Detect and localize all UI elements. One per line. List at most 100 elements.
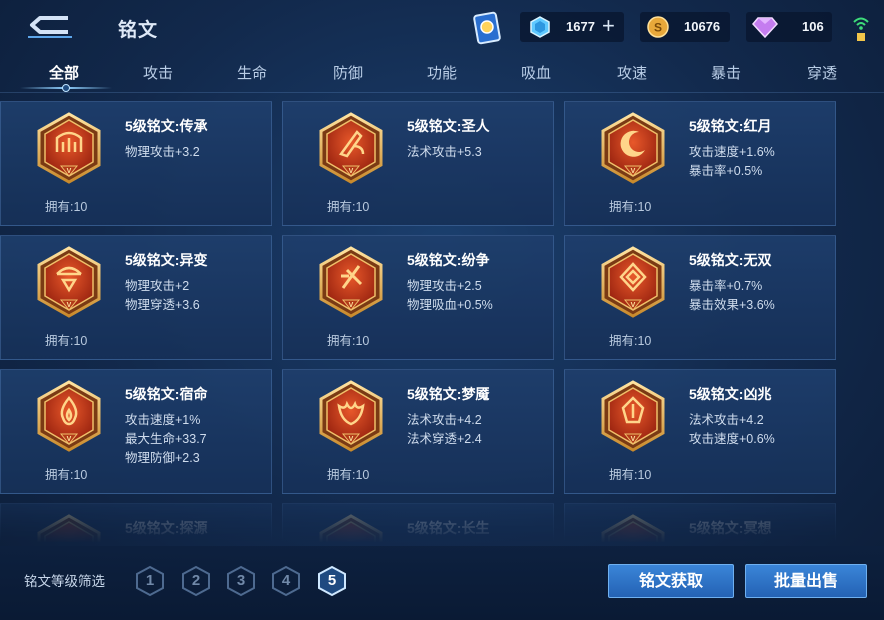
rune-owned-count: 拥有:10 <box>45 468 88 482</box>
rune-attr: 物理攻击+2.5 <box>407 279 482 293</box>
rune-attr: 暴击率+0.5% <box>689 164 763 178</box>
rune-owned-count: 拥有:10 <box>327 334 370 348</box>
level-label: 2 <box>191 572 201 589</box>
rune-mengyan-icon <box>319 380 383 452</box>
add-coupon-button[interactable]: + <box>602 15 615 37</box>
rune-attr: 法术穿透+2.4 <box>407 432 482 446</box>
rune-card[interactable]: 5级铭文:纷争 物理攻击+2.5 物理吸血+0.5% 拥有:10 <box>282 235 554 360</box>
top-bar: 铭文 1677 + S 10676 106 <box>0 0 884 58</box>
rune-attr: 物理防御+2.3 <box>125 451 200 465</box>
wifi-icon <box>853 17 869 41</box>
rune-owned-count: 拥有:10 <box>45 200 88 214</box>
rune-attr: 暴击效果+3.6% <box>689 298 775 312</box>
tab-all[interactable]: 全部 <box>24 62 104 83</box>
rune-attr: 攻击速度+1.6% <box>689 145 775 159</box>
gold-count: 10676 <box>684 19 721 34</box>
rune-grid: 5级铭文:传承 物理攻击+3.2 拥有:10 5级铭文:圣人 法术攻击+5.3 … <box>0 101 884 543</box>
rune-attr: 攻击速度+1% <box>125 413 201 427</box>
level-filter-1[interactable]: 1 <box>134 565 166 597</box>
ticket-button[interactable] <box>470 10 504 46</box>
rune-card[interactable]: 5级铭文:冥想 <box>564 503 836 543</box>
rune-hongyue-icon <box>601 112 665 184</box>
tab-function[interactable]: 功能 <box>402 62 482 83</box>
diamond-count: 106 <box>802 19 824 34</box>
rune-fenzheng-icon <box>319 246 383 318</box>
get-rune-button[interactable]: 铭文获取 <box>608 564 734 598</box>
level-filter-5[interactable]: 5 <box>316 565 348 597</box>
rune-attr: 法术攻击+4.2 <box>407 413 482 427</box>
rune-card[interactable]: 5级铭文:红月 攻击速度+1.6% 暴击率+0.5% 拥有:10 <box>564 101 836 226</box>
level-label: 3 <box>236 572 246 589</box>
svg-text:S: S <box>654 21 662 35</box>
rune-name: 5级铭文:纷争 <box>407 252 490 268</box>
rune-name: 5级铭文:异变 <box>125 252 208 268</box>
tab-attack[interactable]: 攻击 <box>118 62 198 83</box>
ticket-icon <box>473 11 501 45</box>
back-button[interactable] <box>22 12 78 42</box>
rune-name: 5级铭文:宿命 <box>125 386 208 402</box>
rune-name: 5级铭文:红月 <box>689 118 772 134</box>
coupon-gem-icon <box>530 16 550 38</box>
rune-xiongzhao-icon <box>601 380 665 452</box>
rune-owned-count: 拥有:10 <box>609 334 652 348</box>
rune-suming-icon <box>37 380 101 452</box>
rune-owned-count: 拥有:10 <box>609 468 652 482</box>
rune-name: 5级铭文:圣人 <box>407 118 490 134</box>
tab-penetration[interactable]: 穿透 <box>782 62 862 83</box>
rune-owned-count: 拥有:10 <box>327 200 370 214</box>
tab-lifesteal[interactable]: 吸血 <box>496 62 576 83</box>
rune-changsheng-icon <box>319 514 383 542</box>
back-arrow-icon <box>28 16 72 38</box>
active-tab-dot <box>62 84 70 92</box>
rune-yibian-icon <box>37 246 101 318</box>
rune-chuancheng-icon <box>37 112 101 184</box>
bulk-sell-button[interactable]: 批量出售 <box>745 564 867 598</box>
rune-attr: 最大生命+33.7 <box>125 432 207 446</box>
rune-attr: 物理吸血+0.5% <box>407 298 493 312</box>
tab-defense[interactable]: 防御 <box>308 62 388 83</box>
rune-card[interactable]: 5级铭文:无双 暴击率+0.7% 暴击效果+3.6% 拥有:10 <box>564 235 836 360</box>
rune-name: 5级铭文:冥想 <box>689 520 772 536</box>
rune-attr: 物理攻击+2 <box>125 279 190 293</box>
rune-name: 5级铭文:梦魇 <box>407 386 490 402</box>
coupon-count: 1677 <box>566 19 595 34</box>
rune-card[interactable]: 5级铭文:宿命 攻击速度+1% 最大生命+33.7 物理防御+2.3 拥有:10 <box>0 369 272 494</box>
level-label: 5 <box>327 572 337 589</box>
category-tabs: 全部 攻击 生命 防御 功能 吸血 攻速 暴击 穿透 <box>0 58 884 92</box>
rune-card[interactable]: 5级铭文:异变 物理攻击+2 物理穿透+3.6 拥有:10 <box>0 235 272 360</box>
rune-card[interactable]: 5级铭文:长生 <box>282 503 554 543</box>
rune-name: 5级铭文:凶兆 <box>689 386 772 402</box>
tab-critical[interactable]: 暴击 <box>686 62 766 83</box>
level-filter-2[interactable]: 2 <box>180 565 212 597</box>
rune-card[interactable]: 5级铭文:传承 物理攻击+3.2 拥有:10 <box>0 101 272 226</box>
level-filter-3[interactable]: 3 <box>225 565 257 597</box>
rune-attr: 攻击速度+0.6% <box>689 432 775 446</box>
level-filter-label: 铭文等级筛选 <box>24 574 105 589</box>
rune-attr: 物理穿透+3.6 <box>125 298 200 312</box>
tab-divider <box>0 92 884 93</box>
rune-name: 5级铭文:传承 <box>125 118 208 134</box>
rune-tanyuan-icon <box>37 514 101 542</box>
rune-name: 5级铭文:探源 <box>125 520 208 536</box>
rune-wushuang-icon <box>601 246 665 318</box>
rune-card[interactable]: 5级铭文:圣人 法术攻击+5.3 拥有:10 <box>282 101 554 226</box>
page-title: 铭文 <box>118 20 159 41</box>
rune-owned-count: 拥有:10 <box>327 468 370 482</box>
rune-card[interactable]: 5级铭文:梦魇 法术攻击+4.2 法术穿透+2.4 拥有:10 <box>282 369 554 494</box>
tab-attack-speed[interactable]: 攻速 <box>592 62 672 83</box>
wifi-status <box>852 14 870 42</box>
rune-owned-count: 拥有:10 <box>45 334 88 348</box>
rune-card[interactable]: 5级铭文:探源 <box>0 503 272 543</box>
level-filter-4[interactable]: 4 <box>270 565 302 597</box>
rune-attr: 物理攻击+3.2 <box>125 145 200 159</box>
gold-counter: S 10676 <box>640 12 730 42</box>
rune-attr: 暴击率+0.7% <box>689 279 763 293</box>
level-label: 4 <box>281 572 291 589</box>
rune-owned-count: 拥有:10 <box>609 200 652 214</box>
rune-card[interactable]: 5级铭文:凶兆 法术攻击+4.2 攻击速度+0.6% 拥有:10 <box>564 369 836 494</box>
diamond-counter: 106 <box>746 12 832 42</box>
tab-health[interactable]: 生命 <box>212 62 292 83</box>
rune-mingxiang-icon <box>601 514 665 542</box>
coupon-counter: 1677 + <box>520 12 624 42</box>
rune-attr: 法术攻击+4.2 <box>689 413 764 427</box>
